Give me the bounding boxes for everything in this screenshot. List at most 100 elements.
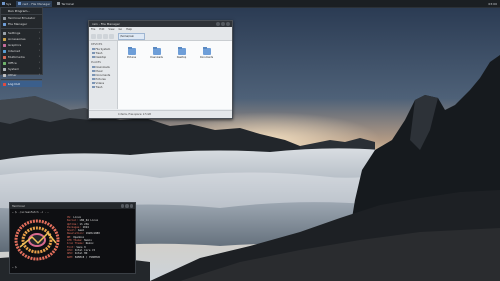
system-info: OS: Linux Kernel: x86_64 Linux Uptime: 1…: [67, 216, 131, 259]
desktop-icon: [92, 55, 95, 59]
folder-icon: [92, 81, 95, 85]
sidebar-item-trash-2[interactable]: Trash: [89, 85, 117, 89]
maximize-icon[interactable]: [221, 22, 225, 26]
menu-item-label: Other: [8, 73, 17, 77]
chevron-right-icon: ›: [38, 48, 40, 52]
chevron-right-icon: ›: [38, 42, 40, 46]
minimize-icon[interactable]: [120, 204, 124, 208]
file-item-label: Pictures: [126, 56, 137, 59]
file-item-label: Downloads: [150, 56, 163, 59]
file-item[interactable]: Pictures: [122, 47, 141, 59]
distro-logo-icon: [14, 219, 60, 261]
trash-icon: [92, 85, 95, 89]
chevron-right-icon: ›: [38, 30, 40, 34]
terminal-output[interactable]: ~ $ ./screenfetch -c ... OS: Linux Kerne…: [10, 209, 135, 271]
location-bar[interactable]: /home/rain: [118, 32, 145, 40]
menu-item-label: Internet: [8, 49, 20, 53]
settings-icon: [3, 31, 6, 35]
menu-item-logout[interactable]: Log Out: [1, 81, 42, 87]
file-item-label: Documents: [199, 56, 214, 59]
close-icon[interactable]: [129, 204, 133, 208]
menu-title[interactable]: Run Program...: [1, 8, 42, 15]
folder-icon: [127, 47, 136, 55]
file-item[interactable]: Desktop: [172, 47, 191, 59]
file-manager-window: rain - File Manager File Edit View Go He…: [88, 20, 233, 119]
menu-edit[interactable]: Edit: [99, 28, 104, 31]
minimize-icon[interactable]: [216, 22, 220, 26]
window-titlebar[interactable]: rain - File Manager: [89, 21, 232, 27]
folder-icon: [92, 73, 95, 77]
menu-view[interactable]: View: [108, 28, 114, 31]
toolbar: /home/rain: [89, 32, 232, 41]
maximize-icon[interactable]: [125, 204, 129, 208]
terminal-prompt: ~ $: [12, 266, 17, 269]
folder-icon: [18, 2, 22, 5]
back-icon[interactable]: [91, 33, 96, 39]
sidebar: DEVICES File System Trash Desktop PLACES…: [89, 41, 118, 109]
window-controls: [120, 204, 133, 208]
terminal-window: Terminal ~ $ ./screenfetch -c ... OS: Li…: [9, 202, 136, 274]
graphics-icon: [3, 43, 6, 47]
menu-item-other[interactable]: Other ›: [1, 72, 42, 78]
menu-help[interactable]: Help: [126, 28, 132, 31]
folder-icon: [92, 77, 95, 81]
folder-icon: [92, 69, 95, 73]
chevron-right-icon: ›: [38, 72, 40, 76]
menu-separator: [1, 28, 42, 29]
file-item[interactable]: Documents: [197, 47, 216, 59]
terminal-icon: [3, 16, 6, 20]
taskbar-button-terminal[interactable]: Terminal: [55, 1, 76, 7]
close-icon[interactable]: [226, 22, 230, 26]
taskbar-button-file-manager[interactable]: cwd - File Manager: [16, 0, 53, 7]
taskbar: Sys cwd - File Manager Terminal 03:00: [0, 0, 500, 8]
chevron-right-icon: ›: [38, 36, 40, 40]
chevron-right-icon: ›: [38, 60, 40, 64]
chevron-right-icon: ›: [38, 66, 40, 70]
window-title: Terminal: [12, 204, 25, 208]
menu-item-label: Multimedia: [8, 55, 25, 59]
menu-go[interactable]: Go: [119, 28, 123, 31]
application-menu: Run Program... Terminal Emulator File Ma…: [0, 7, 43, 87]
taskbar-button-menu[interactable]: Sys: [0, 1, 13, 7]
menu-item-label: Graphics: [8, 43, 22, 47]
menu-item-label: Settings: [8, 31, 21, 35]
status-bar: 4 items, Free space: 2.5 GB: [89, 110, 232, 118]
forward-icon[interactable]: [97, 33, 102, 39]
logout-icon: [3, 82, 6, 86]
home-icon[interactable]: [109, 33, 114, 39]
file-item[interactable]: Downloads: [147, 47, 166, 59]
menu-item-label: Accessories: [8, 37, 26, 41]
accessories-icon: [3, 37, 6, 41]
terminal-command: ~ $ ./screenfetch -c ...: [12, 211, 50, 214]
menu-separator: [1, 79, 42, 80]
terminal-icon: [57, 2, 61, 5]
folder-icon: [3, 22, 6, 26]
folder-icon: [202, 47, 211, 55]
menu-item-label: Terminal Emulator: [8, 16, 36, 20]
folder-icon: [92, 65, 95, 69]
menu-item-file-manager[interactable]: File Manager: [1, 21, 42, 27]
clock[interactable]: 03:00: [488, 2, 500, 6]
menu-item-label: System: [8, 67, 20, 71]
office-icon: [3, 61, 6, 65]
drive-icon: [92, 47, 95, 51]
menu-item-label: File Manager: [8, 22, 28, 26]
menu-item-label: Office: [8, 61, 17, 65]
taskbar-label: Sys: [6, 1, 12, 6]
taskbar-label: Terminal: [61, 1, 75, 6]
window-controls: [216, 22, 230, 26]
chevron-right-icon: ›: [38, 54, 40, 58]
menu-icon: [2, 2, 5, 5]
folder-icon: [152, 47, 161, 55]
up-icon[interactable]: [103, 33, 108, 39]
other-icon: [3, 73, 6, 77]
taskbar-label: cwd - File Manager: [22, 1, 51, 6]
window-title: rain - File Manager: [92, 22, 120, 26]
trash-icon: [92, 51, 95, 55]
internet-icon: [3, 49, 6, 53]
multimedia-icon: [3, 55, 6, 59]
file-item-label: Desktop: [176, 56, 187, 59]
menu-item-label: Log Out: [8, 82, 20, 86]
menu-file[interactable]: File: [91, 28, 95, 31]
file-view: Pictures Downloads Desktop Documents: [118, 41, 232, 109]
